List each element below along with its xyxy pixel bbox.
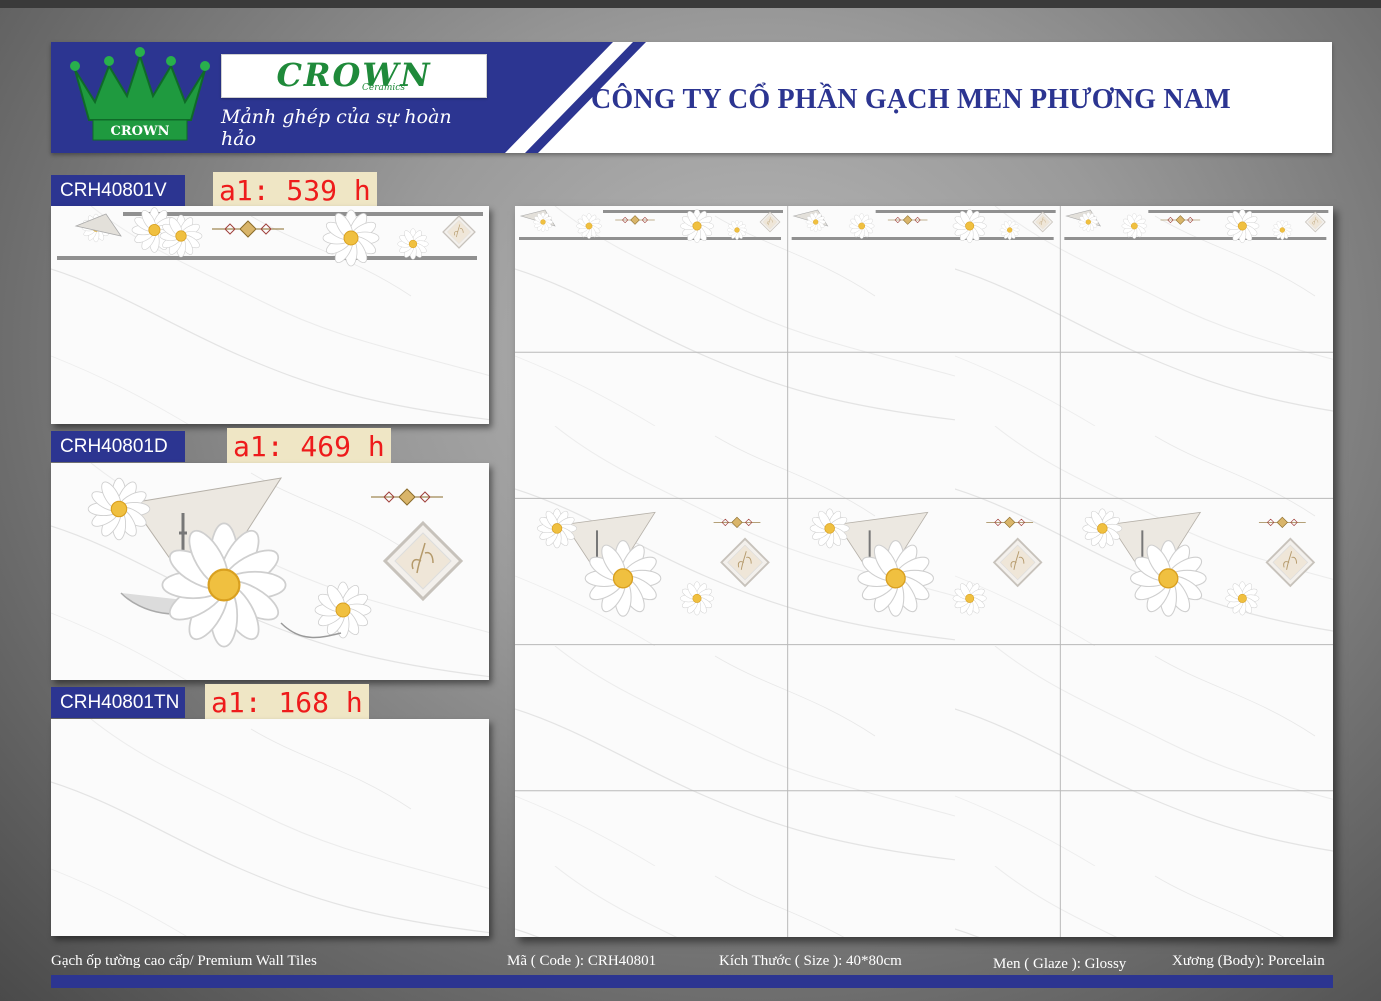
product-code-tab: CRH40801TN	[51, 687, 185, 718]
product-quantity: a1: 168 h	[205, 684, 369, 722]
header-banner: CROWN CROWN Ceramics Mảnh ghép của sự ho…	[51, 42, 1332, 153]
wall-mockup	[515, 206, 1333, 937]
tile-border-pattern	[51, 206, 489, 424]
tile-preview-decor	[51, 463, 489, 680]
brand-logo-text: CROWN	[276, 56, 432, 94]
product-quantity: a1: 539 h	[213, 172, 377, 210]
footer-bar	[51, 975, 1333, 988]
tile-decor-pattern	[51, 463, 489, 680]
slogan: Mảnh ghép của sự hoàn hảo	[221, 106, 452, 150]
tile-plain-pattern	[51, 719, 489, 936]
crown-logo-icon: CROWN	[69, 46, 211, 144]
tile-preview-border	[51, 206, 489, 424]
crown-badge-text: CROWN	[111, 124, 170, 139]
tile-preview-plain	[51, 719, 489, 936]
top-strip	[0, 0, 1381, 8]
brand-logo: CROWN Ceramics	[221, 54, 487, 98]
footer-code: Mã ( Code ): CRH40801	[507, 953, 657, 969]
product-quantity: a1: 469 h	[227, 428, 391, 466]
product-code-tab: CRH40801V	[51, 175, 185, 206]
footer-size: Kích Thước ( Size ): 40*80cm	[719, 953, 902, 969]
footer-body: Xương (Body): Porcelain	[1172, 953, 1325, 969]
product-code-tab: CRH40801D	[51, 431, 185, 462]
footer-glaze: Men ( Glaze ): Glossy	[993, 956, 1127, 972]
brand-logo-subtext: Ceramics	[362, 83, 405, 93]
company-name: CÔNG TY CỔ PHẦN GẠCH MEN PHƯƠNG NAM	[591, 84, 1231, 115]
footer-category: Gạch ốp tường cao cấp/ Premium Wall Tile…	[51, 953, 317, 969]
wall-mockup-render	[515, 206, 1333, 937]
